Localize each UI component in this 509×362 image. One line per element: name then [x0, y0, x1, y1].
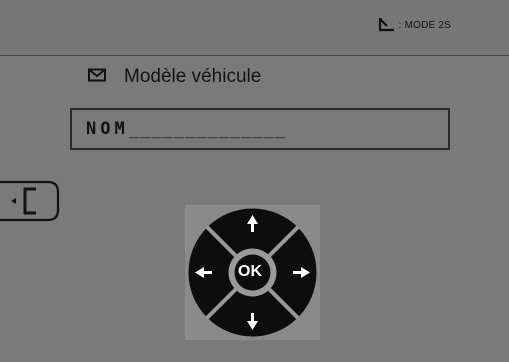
vehicle-name-value: NOM — [86, 119, 129, 139]
screen-title: Modèle véhicule — [88, 66, 261, 88]
status-bar: : MODE 2S — [0, 0, 509, 56]
return-arrow-icon — [378, 18, 396, 32]
mode-label: : MODE 2S — [398, 19, 451, 31]
mode-indicator: : MODE 2S — [378, 18, 451, 32]
vehicle-name-placeholder: ______________ — [128, 119, 287, 139]
vehicle-name-input[interactable]: NOM ______________ — [70, 108, 450, 150]
envelope-icon — [88, 68, 106, 87]
back-bracket-icon — [0, 180, 60, 222]
device-screen: : MODE 2S Modèle véhicule NOM ___________… — [0, 0, 509, 362]
back-button[interactable] — [0, 176, 62, 226]
ok-label[interactable]: OK — [233, 260, 267, 284]
screen-title-text: Modèle véhicule — [124, 66, 262, 87]
